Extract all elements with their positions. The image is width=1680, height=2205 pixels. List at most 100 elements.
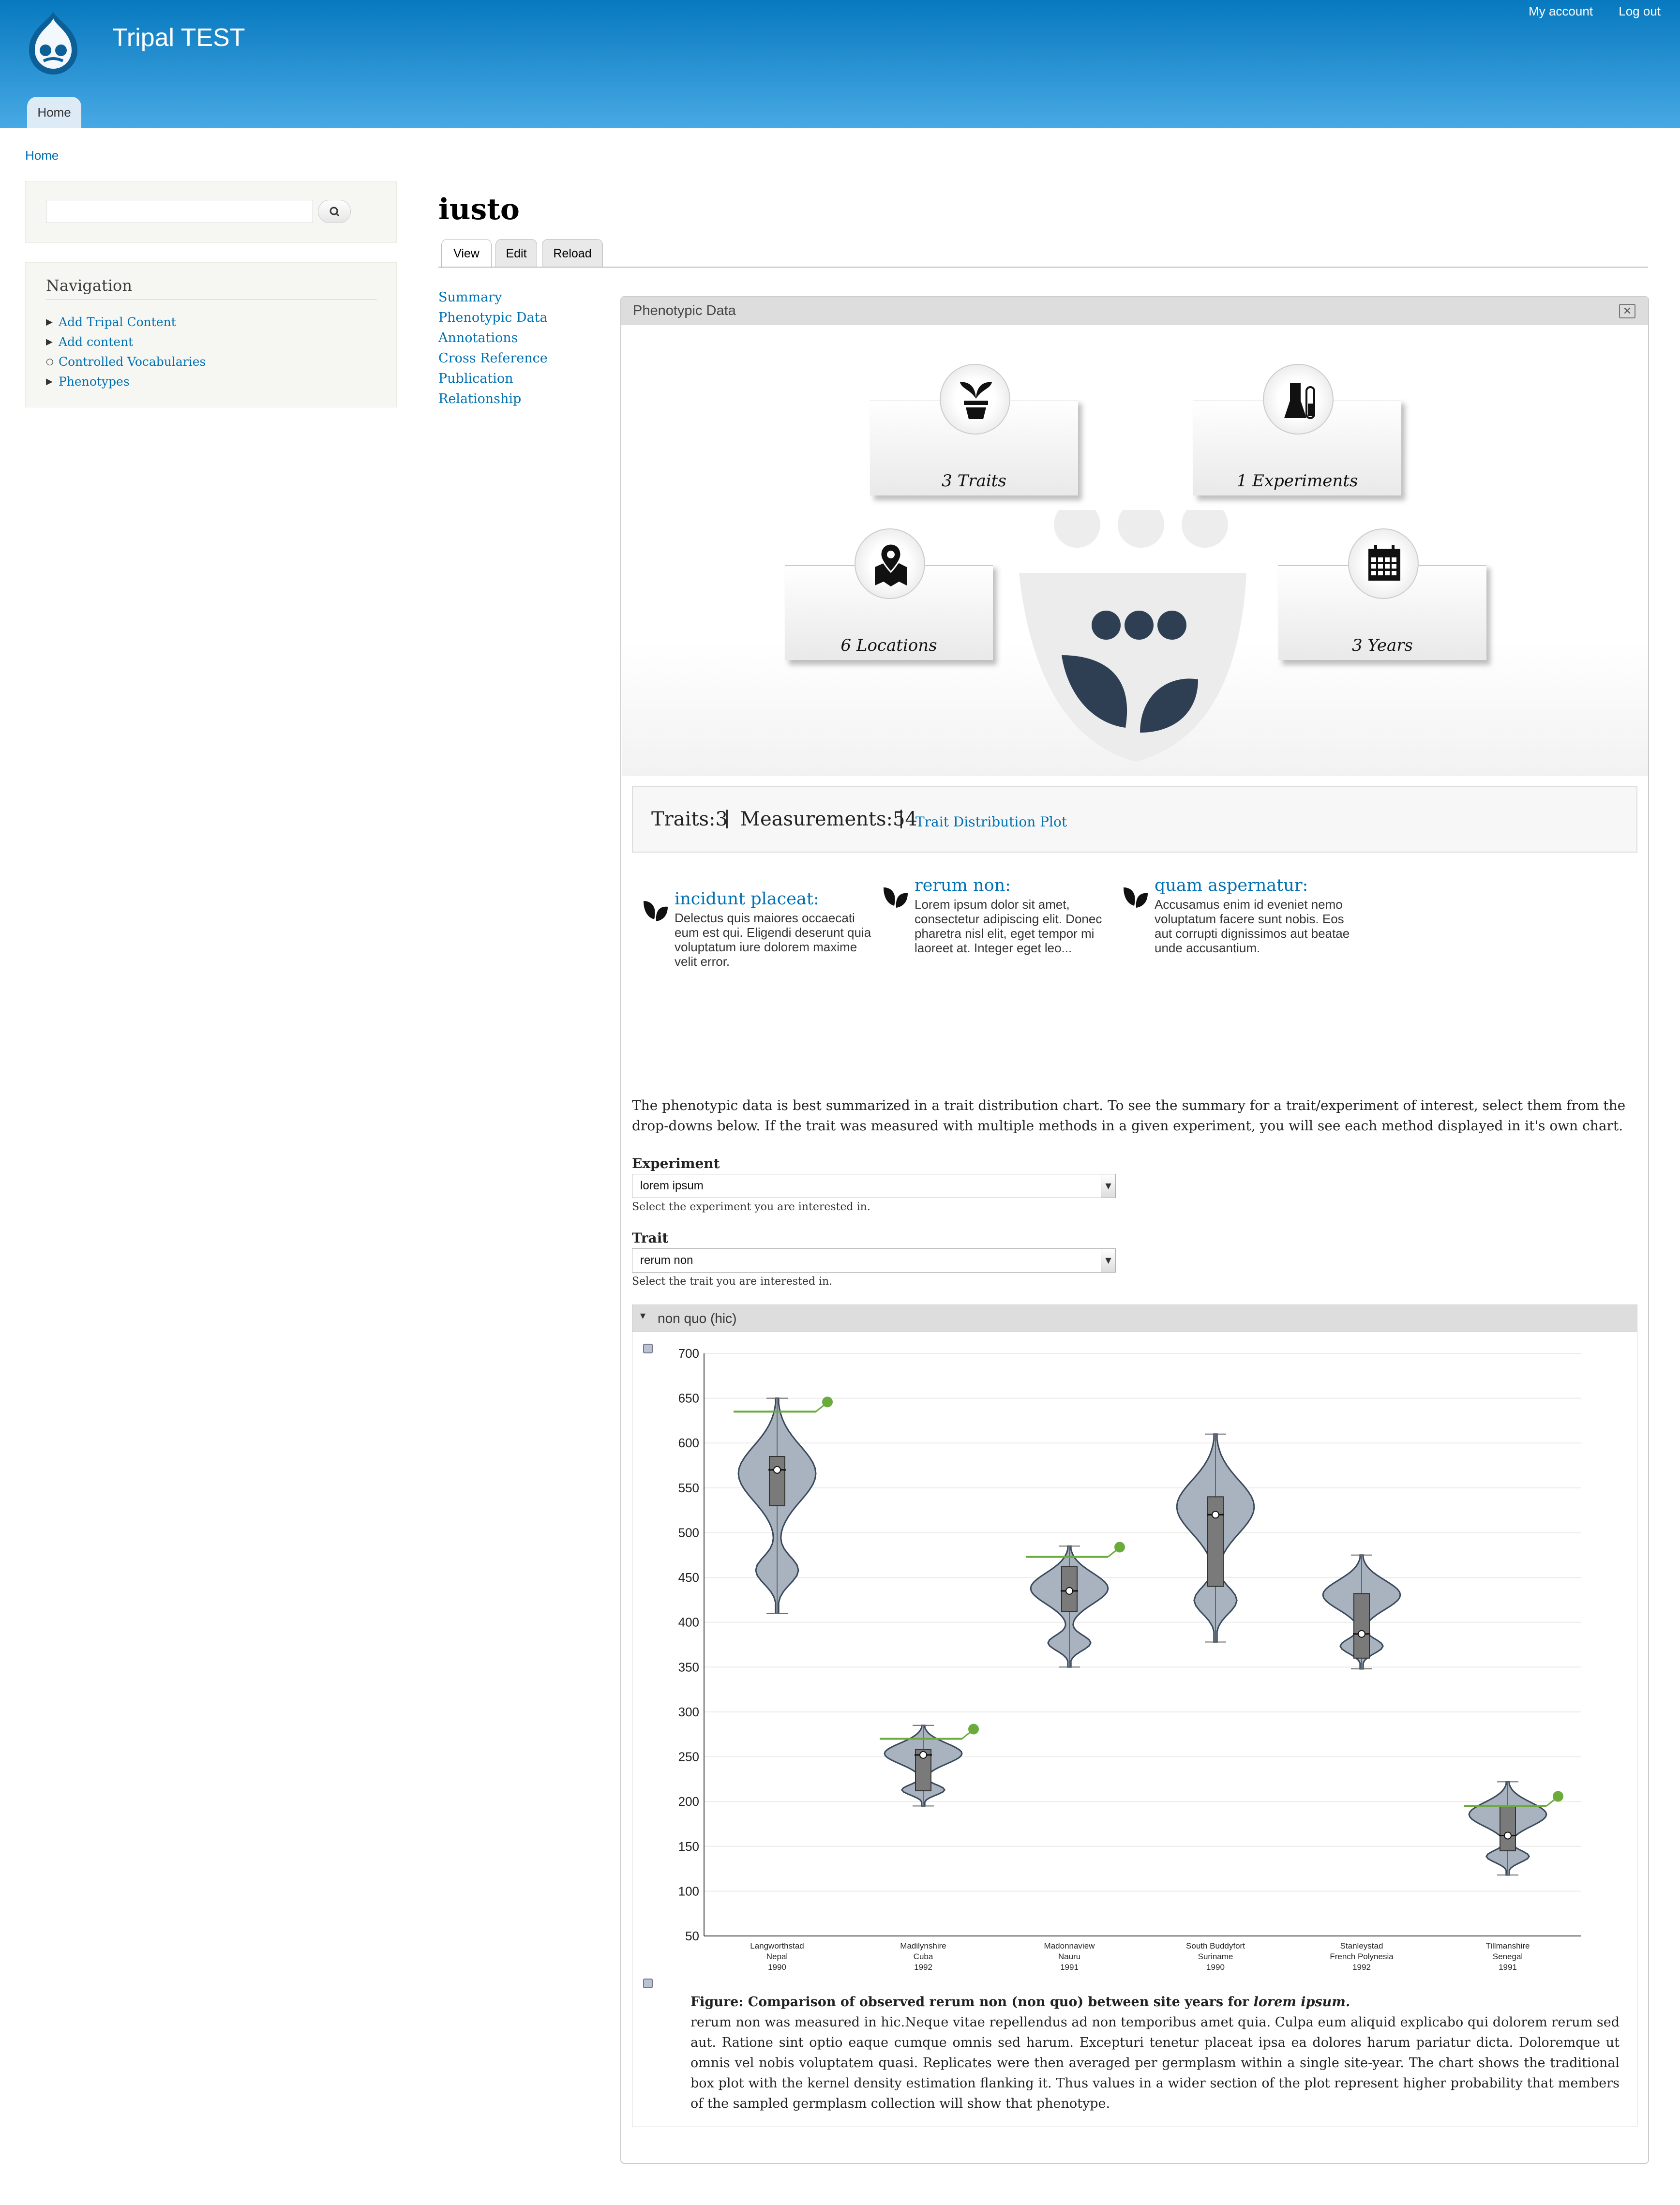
- x-tick-country-label: Cuba: [914, 1952, 933, 1961]
- figure-caption-title: Figure: Comparison of observed rerum non…: [690, 1995, 1350, 2010]
- y-tick-label: 400: [678, 1615, 699, 1630]
- highlight-point: [822, 1396, 833, 1408]
- x-tick-country-label: Suriname: [1198, 1952, 1233, 1961]
- chevron-down-icon[interactable]: ▼: [1101, 1174, 1115, 1198]
- breadcrumb[interactable]: Home: [25, 148, 59, 163]
- stats-bar: Traits:3 | Measurements:54 | Trait Distr…: [632, 786, 1637, 853]
- chevron-down-icon[interactable]: ▼: [1101, 1249, 1115, 1272]
- y-tick-label: 700: [678, 1346, 699, 1361]
- tab-edit[interactable]: Edit: [495, 239, 537, 267]
- secondary-menu: My account Log out: [1506, 4, 1661, 19]
- experiment-select[interactable]: lorem ipsum ▼: [632, 1174, 1116, 1198]
- nav-item-add-content[interactable]: ▶ Add content: [46, 332, 206, 352]
- lab-flask-icon: [1263, 364, 1334, 435]
- pane-link-publication[interactable]: Publication: [438, 369, 548, 389]
- pane-link-cross-reference[interactable]: Cross Reference: [438, 348, 548, 369]
- figure-caption-body: rerum non was measured in hic.Neque vita…: [690, 2015, 1620, 2111]
- tab-reload[interactable]: Reload: [542, 239, 603, 267]
- x-tick-site-label: Stanleystad: [1340, 1941, 1383, 1950]
- chart-intro-text: The phenotypic data is best summarized i…: [632, 1097, 1626, 1134]
- tab-view[interactable]: View: [441, 239, 492, 268]
- log-out-link[interactable]: Log out: [1619, 4, 1661, 18]
- x-tick-year-label: 1990: [1206, 1963, 1225, 1972]
- highlight-point: [1553, 1791, 1563, 1802]
- nav-item-phenotypes[interactable]: ▶ Phenotypes: [46, 372, 206, 391]
- leaf-icon: [1124, 887, 1148, 908]
- calendar-icon: [1348, 528, 1419, 599]
- mean-point: [919, 1751, 927, 1759]
- close-icon[interactable]: ✕: [1619, 304, 1635, 318]
- pane-link-relationship[interactable]: Relationship: [438, 389, 548, 409]
- highlight-point: [1114, 1542, 1125, 1553]
- y-tick-label: 450: [678, 1570, 699, 1585]
- y-tick-label: 500: [678, 1525, 699, 1540]
- x-tick-country-label: Nepal: [766, 1952, 788, 1961]
- nav-item-add-tripal-content[interactable]: ▶ Add Tripal Content: [46, 312, 206, 332]
- x-tick-year-label: 1992: [1352, 1963, 1371, 1972]
- caret-down-icon: ▾: [640, 1310, 646, 1322]
- y-tick-label: 250: [678, 1750, 699, 1764]
- x-tick-year-label: 1990: [768, 1963, 786, 1972]
- mean-point: [1065, 1587, 1073, 1595]
- trait-description: Accusamus enim id eveniet nemo voluptatu…: [1155, 897, 1350, 955]
- y-tick-label: 200: [678, 1794, 699, 1809]
- site-name[interactable]: Tripal TEST: [112, 23, 245, 52]
- nav-item-controlled-vocabularies[interactable]: ○ Controlled Vocabularies: [46, 352, 206, 372]
- trait-distribution-plot-link[interactable]: Trait Distribution Plot: [915, 814, 1067, 830]
- plant-pot-icon: [940, 364, 1010, 435]
- pane-link-annotations[interactable]: Annotations: [438, 328, 548, 348]
- chart-toggle-button[interactable]: [643, 1344, 653, 1353]
- search-input[interactable]: [46, 200, 313, 223]
- x-tick-country-label: French Polynesia: [1330, 1952, 1394, 1961]
- trait-name[interactable]: incidunt placeat:: [675, 889, 819, 909]
- trait-select-value: rerum non: [640, 1254, 693, 1267]
- trait-help-text: Select the trait you are interested in.: [632, 1275, 833, 1288]
- trait-name[interactable]: rerum non:: [915, 876, 1011, 895]
- navigation-title: Navigation: [46, 276, 132, 295]
- x-tick-site-label: Langworthstad: [750, 1941, 804, 1950]
- triangle-right-icon: ▶: [46, 317, 53, 327]
- y-tick-label: 600: [678, 1436, 699, 1450]
- experiments-count-label: 1 Experiments: [1236, 471, 1358, 491]
- my-account-link[interactable]: My account: [1529, 4, 1593, 18]
- y-tick-label: 650: [678, 1391, 699, 1406]
- page-title: iusto: [438, 193, 520, 226]
- x-tick-year-label: 1991: [1060, 1963, 1079, 1972]
- chart-fieldset: ▾ non quo (hic) 50 100 150 200 250 300 350 400 4…: [632, 1305, 1637, 2127]
- triangle-right-icon: ▶: [46, 337, 53, 347]
- search-button[interactable]: [318, 200, 351, 223]
- main-menu-home-tab[interactable]: Home: [27, 97, 81, 128]
- experiment-help-text: Select the experiment you are interested…: [632, 1201, 870, 1213]
- panel-header: Phenotypic Data ✕: [621, 297, 1648, 325]
- years-summary-card[interactable]: 3 Years: [1278, 528, 1486, 660]
- caption-toggle-button[interactable]: [643, 1979, 653, 1988]
- violin-chart: 50 100 150 200 250 300 350 400 450 500 550 600 650 70…: [678, 1346, 1581, 1972]
- x-tick-site-label: Madilynshire: [900, 1941, 946, 1950]
- pane-link-phenotypic-data[interactable]: Phenotypic Data: [438, 308, 548, 328]
- summary-hero: 3 Traits 1 Experiments 6 Locations 3 Yea…: [622, 326, 1648, 776]
- panel-title: Phenotypic Data: [633, 303, 736, 318]
- leaf-icon: [884, 887, 908, 908]
- box-iqr: [1207, 1496, 1224, 1587]
- triangle-right-icon: ▶: [46, 376, 53, 387]
- search-icon: [330, 207, 340, 217]
- navigation-list: ▶ Add Tripal Content ▶ Add content ○ Contro…: [46, 312, 206, 391]
- experiments-summary-card[interactable]: 1 Experiments: [1193, 364, 1401, 495]
- x-tick-site-label: Tillmanshire: [1485, 1941, 1530, 1950]
- y-tick-label: 100: [678, 1884, 699, 1898]
- x-tick-site-label: South Buddyfort: [1186, 1941, 1245, 1950]
- y-tick-label: 300: [678, 1705, 699, 1719]
- pane-link-summary[interactable]: Summary: [438, 287, 548, 308]
- trait-select[interactable]: rerum non ▼: [632, 1248, 1116, 1273]
- y-tick-label: 350: [678, 1660, 699, 1674]
- chart-fieldset-legend[interactable]: ▾ non quo (hic): [632, 1305, 1637, 1332]
- trait-name[interactable]: quam aspernatur:: [1155, 876, 1308, 895]
- drupal-logo-icon[interactable]: [24, 10, 82, 77]
- x-tick-year-label: 1991: [1499, 1963, 1517, 1972]
- traits-count-label: 3 Traits: [942, 471, 1006, 491]
- traits-summary-card[interactable]: 3 Traits: [870, 364, 1078, 495]
- box-iqr: [1500, 1805, 1516, 1852]
- highlight-point: [968, 1724, 979, 1735]
- trait-description: Lorem ipsum dolor sit amet, consectetur …: [915, 897, 1102, 955]
- locations-summary-card[interactable]: 6 Locations: [785, 528, 993, 660]
